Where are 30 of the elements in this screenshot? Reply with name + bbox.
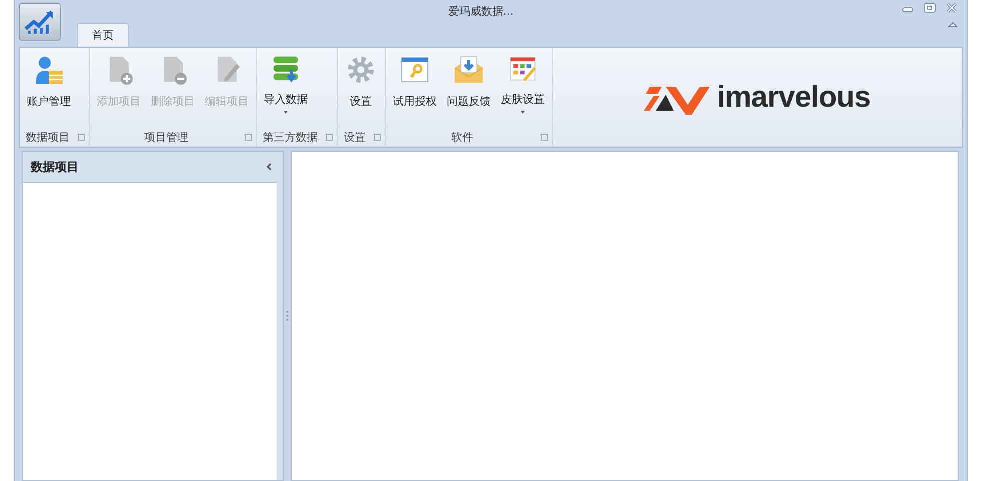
launcher-icon[interactable]: [326, 134, 333, 140]
launcher-icon[interactable]: [78, 134, 85, 140]
gear-icon: [345, 54, 377, 86]
close-icon[interactable]: [945, 2, 959, 14]
ribbon-tab[interactable]: 首页: [77, 23, 129, 47]
window-title: 爱玛威数据...: [448, 4, 514, 18]
group-label: 软件: [450, 130, 474, 144]
logo-text: imarvelous: [717, 80, 871, 114]
chart-icon: [24, 9, 56, 35]
group-label: 项目管理: [144, 130, 190, 144]
app-menu-button[interactable]: [19, 3, 61, 41]
user-icon: [33, 54, 65, 86]
ribbon-button[interactable]: 试用授权: [389, 52, 441, 116]
launcher-icon[interactable]: [245, 134, 252, 140]
group-label: 数据项目: [26, 130, 70, 144]
ribbon-button[interactable]: 问题反馈: [443, 52, 495, 116]
group-label: 第三方数据: [263, 130, 318, 144]
ribbon-button[interactable]: 账户管理: [23, 52, 75, 116]
group-label: 设置: [344, 130, 366, 144]
collapse-icon[interactable]: [265, 162, 273, 172]
splitter-grip-icon[interactable]: [286, 310, 289, 322]
launcher-icon[interactable]: [374, 134, 381, 140]
restore-icon[interactable]: [923, 2, 937, 14]
ribbon-button[interactable]: 皮肤设置: [497, 52, 549, 116]
launcher-icon[interactable]: [541, 134, 548, 140]
ribbon-button[interactable]: 设置: [341, 52, 381, 116]
mail-icon: [453, 54, 485, 86]
panel-title: 数据项目: [31, 158, 79, 176]
ribbon-button[interactable]: 导入数据: [260, 52, 312, 116]
collapse-ribbon-icon[interactable]: [947, 20, 959, 30]
